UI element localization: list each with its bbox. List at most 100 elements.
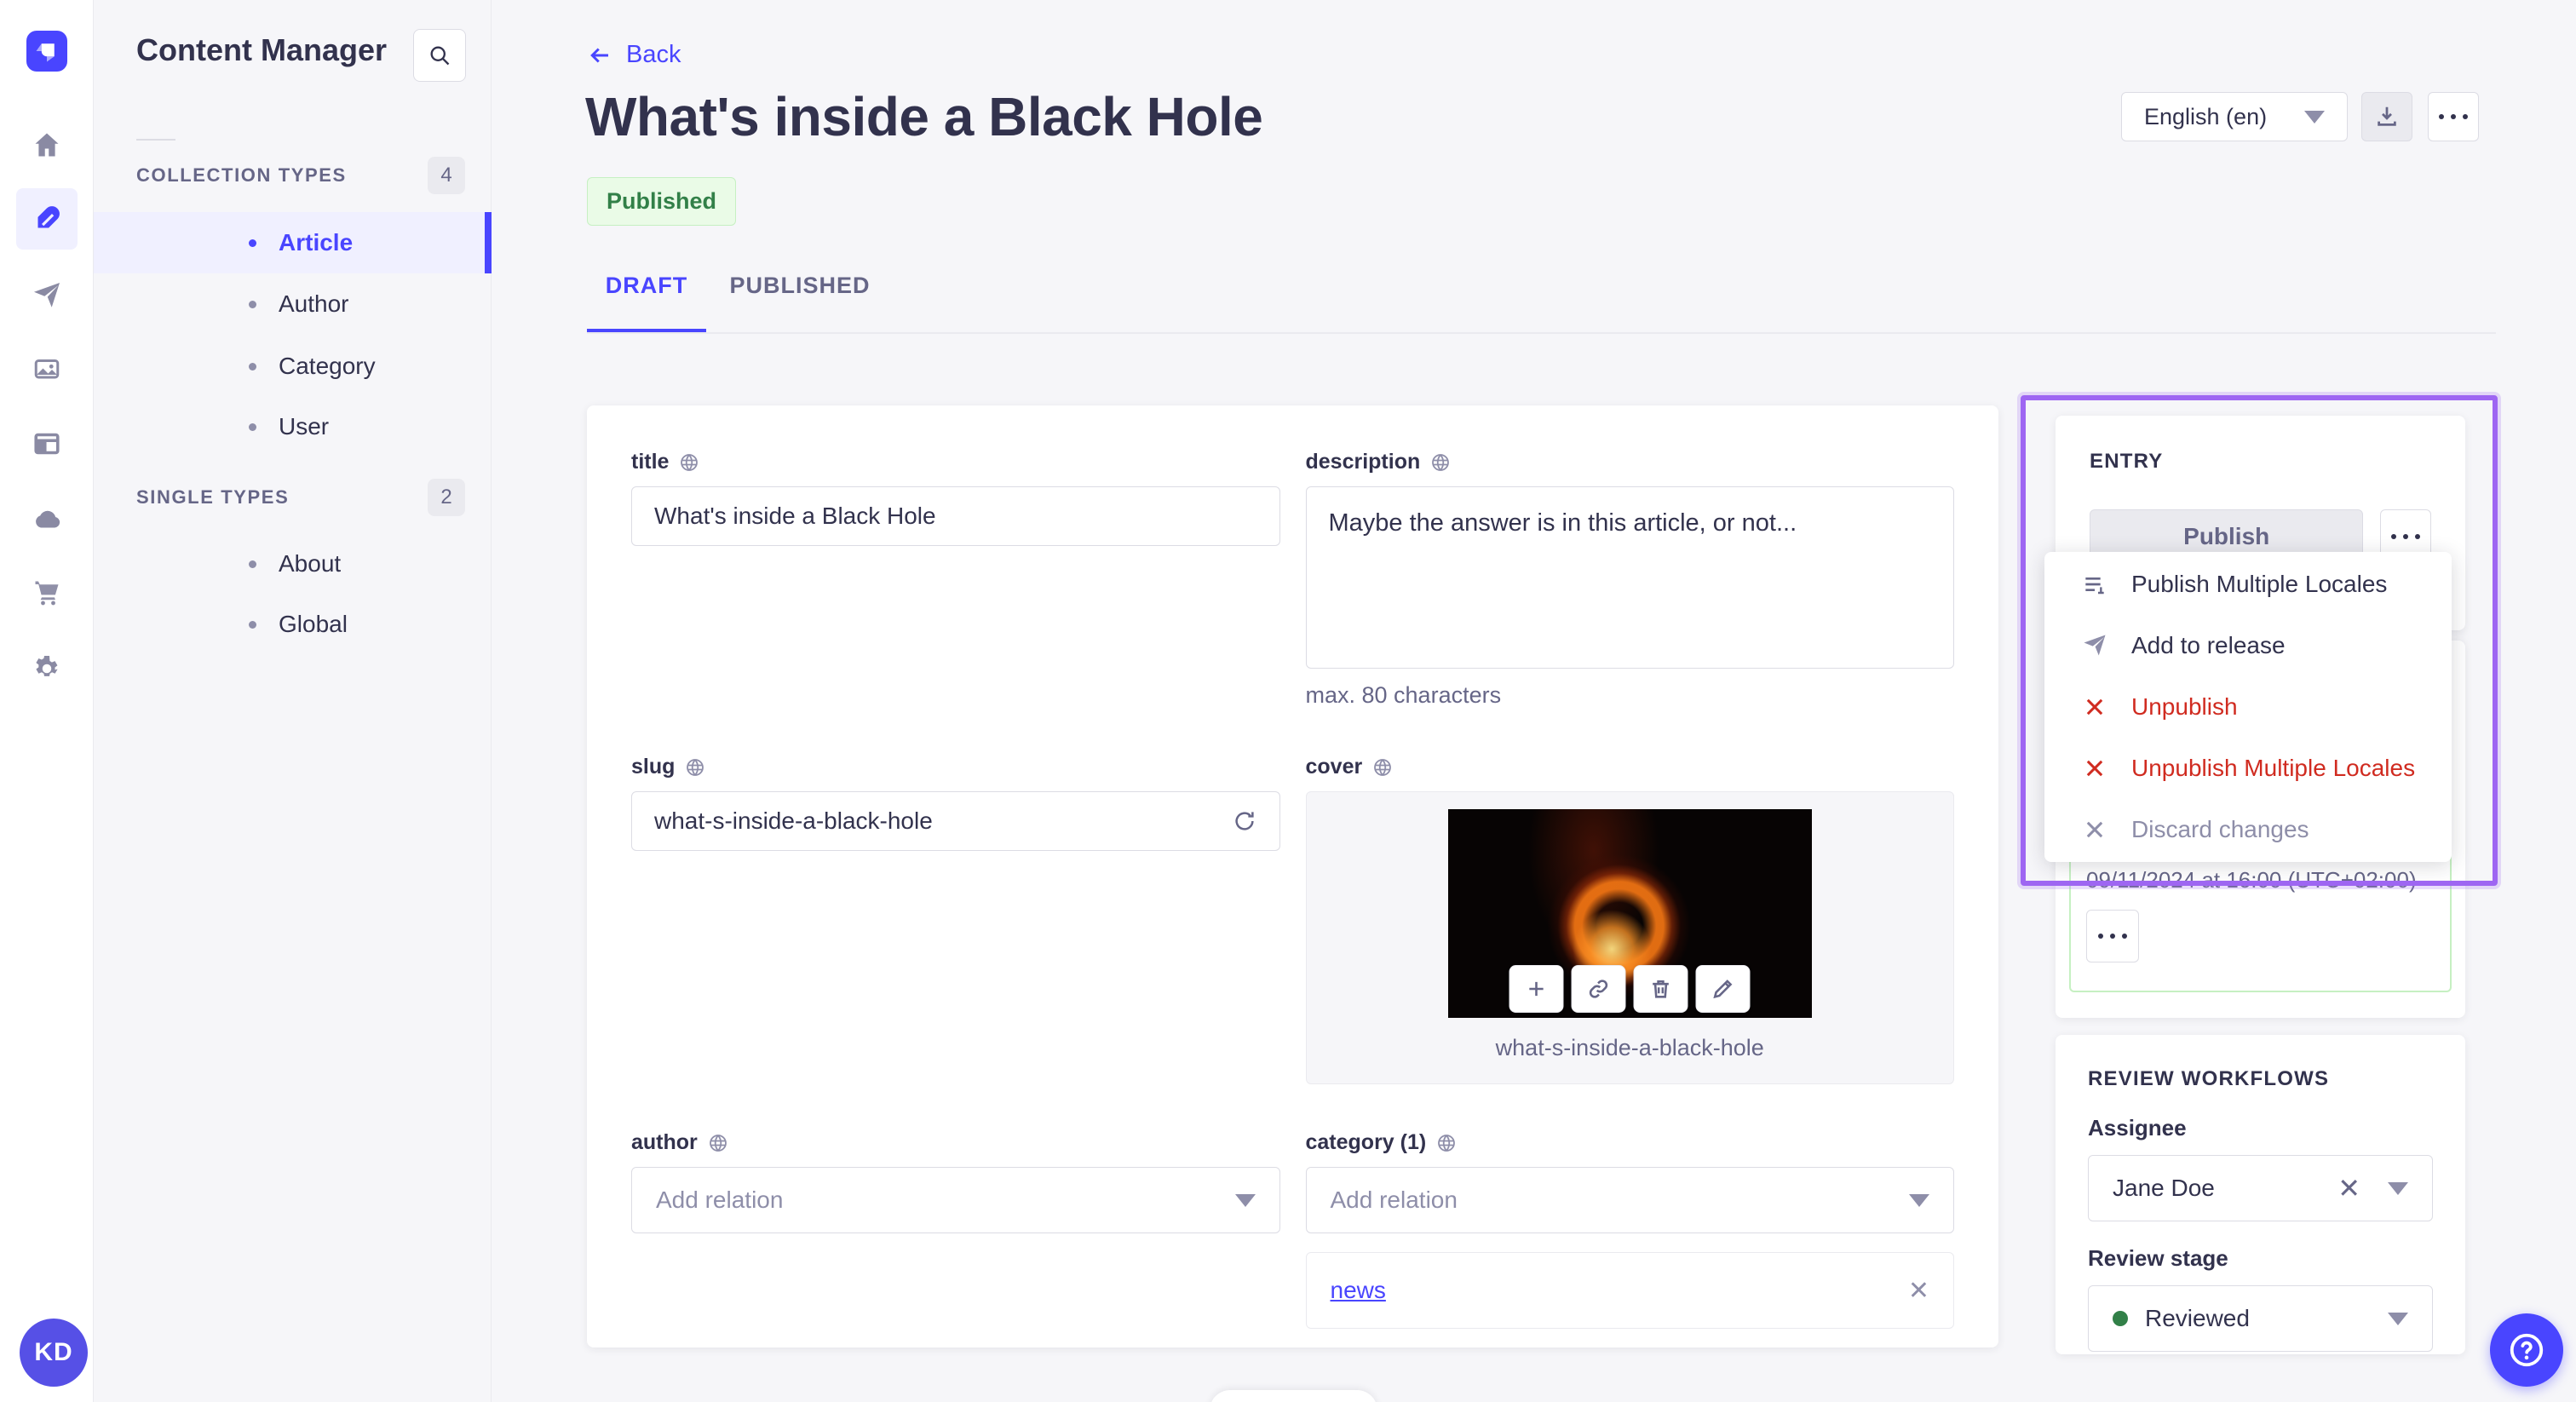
home-icon[interactable] (16, 114, 78, 175)
remove-relation-icon[interactable]: ✕ (1908, 1276, 1929, 1306)
header-more-button[interactable] (2428, 92, 2479, 141)
author-relation-combobox[interactable]: Add relation (631, 1167, 1280, 1233)
bullet-icon (249, 238, 256, 247)
search-icon (430, 46, 450, 66)
single-types-count-badge: 2 (428, 479, 465, 516)
bullet-icon (249, 362, 256, 371)
description-hint: max. 80 characters (1305, 682, 1502, 708)
menu-item-add-to-release[interactable]: Add to release (2044, 615, 2452, 676)
settings-icon[interactable] (16, 638, 78, 699)
x-icon (2080, 756, 2109, 780)
download-icon (2378, 106, 2396, 126)
content-type-builder-icon[interactable] (16, 413, 78, 474)
tab-draft[interactable]: DRAFT (587, 273, 706, 327)
help-button[interactable] (2490, 1313, 2563, 1387)
review-workflows-panel: REVIEW WORKFLOWS Assignee Jane Doe ✕ Rev… (2056, 1035, 2465, 1354)
sidebar-item-about[interactable]: About (94, 533, 492, 595)
list-plus-icon (2080, 571, 2109, 598)
field-description: description Maybe the answer is in this … (1305, 450, 1954, 709)
cover-media-panel: what-s-inside-a-black-hole (1305, 791, 1954, 1084)
author-placeholder: Add relation (656, 1187, 784, 1213)
export-button[interactable] (2361, 92, 2412, 141)
relation-link-news[interactable]: news (1331, 1277, 1386, 1304)
page-title: What's inside a Black Hole (585, 86, 1263, 147)
sidebar-item-user[interactable]: User (94, 396, 492, 457)
title-input[interactable]: What's inside a Black Hole (631, 486, 1280, 546)
menu-item-unpublish-multiple-locales[interactable]: Unpublish Multiple Locales (2044, 738, 2452, 799)
main-content: Back What's inside a Black Hole Publishe… (492, 0, 2576, 1402)
bullet-icon (249, 422, 256, 431)
tab-published[interactable]: PUBLISHED (706, 273, 894, 327)
globe-icon (1430, 452, 1451, 473)
review-stage-combobox[interactable]: Reviewed (2088, 1285, 2433, 1352)
clear-assignee-icon[interactable]: ✕ (2337, 1172, 2360, 1204)
menu-item-publish-multiple-locales[interactable]: Publish Multiple Locales (2044, 554, 2452, 615)
slug-input[interactable]: what-s-inside-a-black-hole (631, 791, 1280, 851)
category-relation-combobox[interactable]: Add relation (1305, 1167, 1954, 1233)
chevron-down-icon (2388, 1312, 2408, 1325)
back-arrow-icon (590, 47, 608, 63)
x-icon (2080, 695, 2109, 719)
category-relation-item: news ✕ (1305, 1252, 1954, 1329)
bullet-icon (249, 300, 256, 308)
user-avatar[interactable]: KD (20, 1319, 88, 1387)
strapi-logo[interactable] (26, 31, 67, 72)
releases-icon[interactable] (16, 265, 78, 326)
collection-types-count-badge: 4 (428, 157, 465, 194)
trash-icon (1653, 980, 1670, 998)
version-tabs: DRAFT PUBLISHED (587, 273, 894, 327)
x-icon (2080, 818, 2109, 842)
chevron-down-icon (1234, 1193, 1256, 1207)
content-manager-icon[interactable] (16, 188, 78, 250)
marketplace-icon[interactable] (16, 562, 78, 623)
slug-field-label: slug (631, 755, 676, 779)
globe-icon (685, 757, 705, 778)
description-field-label: description (1305, 450, 1421, 474)
ellipsis-icon (2439, 114, 2468, 119)
cover-image-actions (1509, 965, 1751, 1013)
delete-media-button[interactable] (1633, 965, 1688, 1013)
add-media-button[interactable] (1509, 965, 1564, 1013)
title-input-value: What's inside a Black Hole (654, 503, 936, 529)
cover-field-label: cover (1305, 755, 1363, 779)
pencil-icon (1713, 980, 1733, 999)
content-manager-sidebar: Content Manager COLLECTION TYPES 4 Artic… (94, 0, 492, 1402)
main-nav-rail: KD (0, 0, 94, 1402)
cloud-icon[interactable] (16, 489, 78, 550)
menu-item-unpublish[interactable]: Unpublish (2044, 676, 2452, 738)
collection-types-label: COLLECTION TYPES (136, 164, 347, 186)
field-title: title What's inside a Black Hole (631, 450, 1280, 709)
copy-link-button[interactable] (1571, 965, 1626, 1013)
sidebar-item-author[interactable]: Author (94, 273, 492, 335)
description-textarea[interactable]: Maybe the answer is in this article, or … (1305, 486, 1954, 669)
menu-item-label: Add to release (2131, 632, 2286, 658)
bullet-icon (249, 620, 256, 629)
assignee-combobox[interactable]: Jane Doe ✕ (2088, 1155, 2433, 1221)
title-field-label: title (631, 450, 670, 474)
help-icon (2510, 1333, 2544, 1367)
media-library-icon[interactable] (16, 339, 78, 400)
locale-select[interactable]: English (en) (2121, 92, 2348, 141)
sidebar-item-label: Category (279, 353, 376, 379)
author-field-label: author (631, 1130, 698, 1154)
cover-image[interactable] (1447, 809, 1812, 1018)
sidebar-item-label: Article (279, 229, 354, 256)
sidebar-item-global[interactable]: Global (94, 594, 492, 655)
edit-media-button[interactable] (1695, 965, 1751, 1013)
sidebar-item-article[interactable]: Article (94, 212, 492, 273)
search-button[interactable] (413, 29, 466, 82)
stage-value: Reviewed (2145, 1305, 2250, 1331)
scheduled-more-button[interactable] (2086, 910, 2139, 962)
regenerate-icon[interactable] (1232, 808, 1257, 834)
assignee-label: Assignee (2088, 1115, 2187, 1141)
sidebar-divider (136, 139, 175, 141)
back-link[interactable]: Back (587, 41, 681, 69)
status-badge: Published (587, 177, 737, 226)
field-cover: cover what-s-inside-a-black-hole (1305, 755, 1954, 1084)
field-author: author Add relation (631, 1130, 1280, 1329)
single-types-header: SINGLE TYPES 2 (136, 479, 465, 516)
menu-item-label: Unpublish (2131, 693, 2238, 720)
menu-item-discard-changes[interactable]: Discard changes (2044, 799, 2452, 860)
sidebar-item-category[interactable]: Category (94, 336, 492, 397)
sidebar-item-label: User (279, 413, 330, 440)
